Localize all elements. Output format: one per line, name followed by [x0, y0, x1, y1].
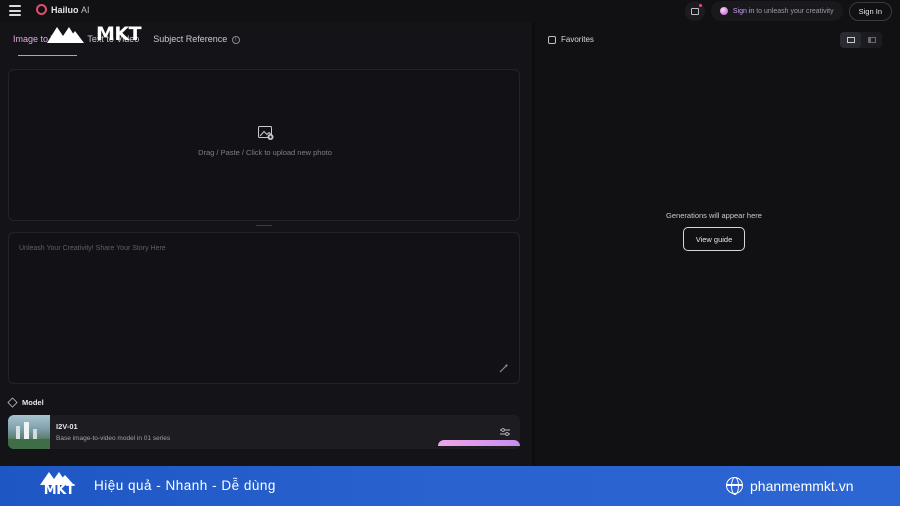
favorites-filter[interactable]: Favorites	[548, 35, 594, 44]
globe-icon	[726, 477, 743, 495]
magic-wand-icon[interactable]	[499, 363, 509, 373]
split-view-button[interactable]	[861, 32, 882, 48]
mkt-mountain-icon	[47, 27, 84, 43]
signin-prompt-text: to unleash your creativity	[756, 7, 834, 15]
menu-icon[interactable]	[9, 5, 21, 16]
gallery-panel: Favorites Generations will appear here V…	[535, 22, 900, 466]
banner-website[interactable]: phanmemmkt.vn	[726, 477, 854, 495]
website-text: phanmemmkt.vn	[750, 477, 854, 494]
signin-prompt[interactable]: Sign in to unleash your creativity	[710, 1, 843, 21]
notification-dot	[698, 4, 702, 7]
brand-name: Hailuo AI	[51, 4, 90, 15]
split-view-icon	[867, 37, 876, 43]
active-tab-indicator	[18, 55, 77, 56]
image-upload-icon	[258, 126, 274, 140]
upload-hint: Drag / Paste / Click to upload new photo	[198, 148, 332, 157]
orb-icon	[719, 7, 728, 15]
hailuo-logo-icon	[36, 4, 47, 15]
view-mode-toggle	[840, 32, 882, 48]
empty-state-text: Generations will appear here	[666, 211, 762, 220]
sign-in-button[interactable]: Sign In	[848, 1, 892, 21]
view-guide-button[interactable]: View guide	[683, 227, 745, 251]
prompt-placeholder: Unleash Your Creativity! Share Your Stor…	[19, 245, 166, 252]
model-thumbnail	[8, 415, 50, 449]
model-section-label: Model	[22, 398, 44, 407]
watermark-logo: MKT	[46, 22, 146, 46]
top-bar: Hailuo AI Sign in to unleash your creati…	[0, 0, 900, 22]
gift-icon	[690, 7, 699, 15]
promo-banner: MKT Hiệu quả - Nhanh - Dễ dùng phanmemmk…	[0, 466, 900, 506]
resize-handle[interactable]	[256, 225, 272, 226]
settings-sliders-icon[interactable]	[500, 427, 510, 437]
banner-logo-text: MKT	[43, 483, 75, 498]
model-section-header: Model	[7, 397, 44, 408]
prompt-textarea[interactable]: Unleash Your Creativity! Share Your Stor…	[8, 232, 520, 384]
creation-panel: Image to Video Text to Video Subject Ref…	[0, 22, 532, 466]
favorites-checkbox[interactable]	[548, 35, 556, 44]
cube-icon	[7, 397, 18, 408]
banner-logo: MKT	[38, 469, 80, 503]
top-right-actions: Sign in to unleash your creativity Sign …	[684, 1, 892, 21]
favorites-label: Favorites	[561, 35, 594, 44]
image-upload-dropzone[interactable]: Drag / Paste / Click to upload new photo	[8, 69, 520, 221]
gift-button[interactable]	[684, 1, 705, 21]
brand-logo[interactable]: Hailuo AI	[36, 4, 90, 15]
model-name: I2V-01	[56, 422, 78, 431]
model-description: Base image-to-video model in 01 series	[56, 435, 171, 442]
generate-button[interactable]	[438, 440, 520, 446]
tab-subject-reference[interactable]: Subject Reference i	[153, 34, 240, 44]
info-icon[interactable]: i	[231, 35, 240, 44]
list-view-icon	[846, 37, 855, 43]
banner-slogan: Hiệu quả - Nhanh - Dễ dùng	[94, 478, 276, 493]
watermark-text: MKT	[96, 23, 142, 45]
signin-prompt-link[interactable]: Sign in	[733, 8, 754, 15]
list-view-button[interactable]	[840, 32, 861, 48]
